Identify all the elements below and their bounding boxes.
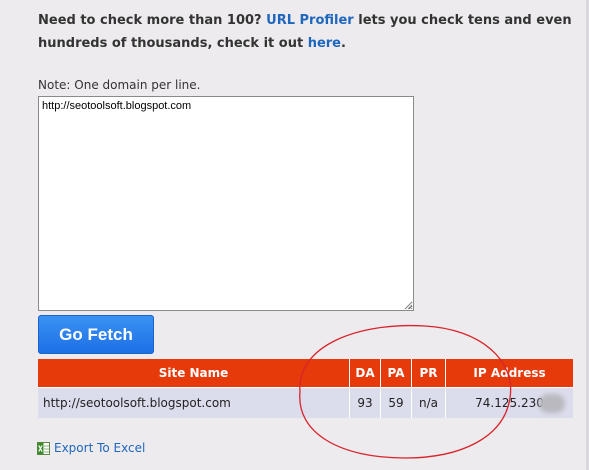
results-table: Site Name DA PA PR IP Address http://seo… [38,359,573,418]
header-ip-address[interactable]: IP Address [445,359,573,388]
input-note: Note: One domain per line. [38,78,201,92]
header-site-name[interactable]: Site Name [38,359,350,388]
url-profiler-link[interactable]: URL Profiler [266,13,354,28]
table-header-row: Site Name DA PA PR IP Address [38,359,573,388]
header-da[interactable]: DA [349,359,381,388]
cell-site-name: http://seotoolsoft.blogspot.com [38,387,350,418]
here-link[interactable]: here [308,36,341,51]
ip-address-text: 74.125.230 [475,396,544,410]
header-pr[interactable]: PR [411,359,446,388]
redaction-blur [539,394,565,413]
cell-pa: 59 [380,387,412,418]
intro-text-after: . [341,36,346,51]
cell-da: 93 [349,387,381,418]
export-to-excel-link[interactable]: Export To Excel [54,441,145,455]
cell-pr: n/a [411,387,446,418]
go-fetch-button[interactable]: Go Fetch [38,315,154,354]
intro-text-before: Need to check more than 100? [38,13,267,28]
page: { "intro": { "text_before": "Need to che… [0,0,589,470]
domain-list-textarea[interactable]: http://seotoolsoft.blogspot.com [38,96,414,311]
cell-ip-address: 74.125.230 [445,387,573,418]
excel-icon [37,441,50,455]
table-row: http://seotoolsoft.blogspot.com 93 59 n/… [38,387,573,418]
export-to-excel[interactable]: Export To Excel [37,441,145,455]
header-pa[interactable]: PA [380,359,412,388]
intro-text: Need to check more than 100? URL Profile… [38,9,583,55]
